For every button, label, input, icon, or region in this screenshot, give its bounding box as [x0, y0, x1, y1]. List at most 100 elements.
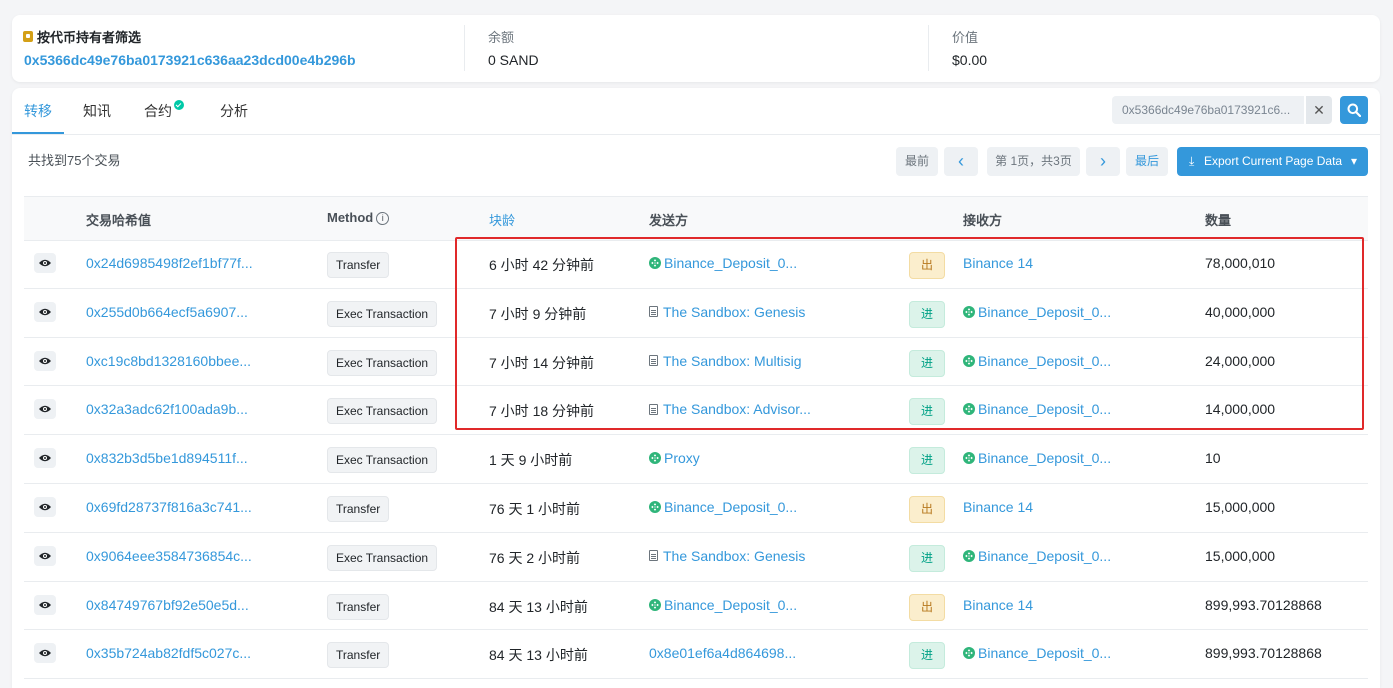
divider: [928, 25, 929, 71]
pagination-prev-button[interactable]: ‹: [944, 147, 978, 176]
to-address-link[interactable]: Binance_Deposit_0...: [963, 645, 1111, 661]
search-button[interactable]: [1340, 96, 1368, 124]
to-address-label: Binance_Deposit_0...: [978, 645, 1112, 662]
from-address-label: Binance_Deposit_0...: [664, 498, 798, 515]
from-address-link[interactable]: The Sandbox: Genesis: [649, 548, 805, 564]
header-method-label: Method: [327, 210, 374, 225]
direction-badge: 进: [909, 398, 945, 426]
to-address-label: Binance 14: [963, 255, 1034, 271]
to-address-link[interactable]: Binance_Deposit_0...: [963, 353, 1111, 369]
tx-hash-link[interactable]: 0x35b724ab82fdf5c027c...: [86, 645, 251, 661]
table-row: 0x9064eee3584736854c... Exec Transaction 7…: [24, 533, 1368, 582]
tx-age: 1 天 9 小时前: [489, 452, 573, 469]
header-quantity: 数量: [1205, 213, 1232, 228]
table-row: 0x84749767bf92e50e5d... Transfer 84 天 13 小…: [24, 582, 1368, 631]
token-filter-icon: [23, 31, 33, 42]
from-address-label: The Sandbox: Advisor...: [663, 401, 811, 418]
search-icon: [1347, 103, 1361, 117]
tab-info[interactable]: 知讯: [83, 101, 111, 121]
to-address-link[interactable]: Binance_Deposit_0...: [963, 401, 1111, 417]
pagination-next-button[interactable]: ›: [1086, 147, 1120, 176]
pagination-first-button[interactable]: 最前: [896, 147, 938, 176]
header-from: 发送方: [649, 213, 689, 228]
from-address-label: Binance_Deposit_0...: [664, 255, 798, 271]
view-details-button[interactable]: [34, 350, 56, 371]
address-filter-input[interactable]: 0x5366dc49e76ba0173921c6...: [1112, 96, 1304, 124]
from-address-link[interactable]: The Sandbox: Genesis: [649, 304, 805, 320]
from-address-link[interactable]: Proxy: [649, 450, 700, 466]
tx-hash-link[interactable]: 0x832b3d5be1d894511f...: [86, 450, 248, 466]
table-row: 0x69fd28737f816a3c741... Transfer 76 天 1 小…: [24, 484, 1368, 533]
view-details-button[interactable]: [34, 399, 56, 420]
eye-icon: [39, 308, 51, 316]
holder-address-link[interactable]: 0x5366dc49e76ba0173921c636aa23dcd00e4b29…: [24, 52, 356, 68]
header-age[interactable]: 块龄: [489, 210, 515, 229]
tx-hash-link[interactable]: 0x69fd28737f816a3c741...: [86, 499, 252, 515]
tx-hash-link[interactable]: 0x84749767bf92e50e5d...: [86, 597, 249, 613]
from-address-link[interactable]: Binance_Deposit_0...: [649, 255, 797, 271]
tab-contract-label: 合约: [144, 103, 172, 119]
to-address-link[interactable]: Binance 14: [963, 499, 1033, 515]
export-label: Export Current Page Data: [1204, 154, 1343, 168]
to-address-link[interactable]: Binance_Deposit_0...: [963, 304, 1111, 320]
contract-icon: [649, 550, 658, 562]
from-address-link[interactable]: The Sandbox: Advisor...: [649, 401, 811, 417]
tx-hash-link[interactable]: 0x9064eee3584736854c...: [86, 548, 252, 564]
tx-hash-link[interactable]: 0x255d0b664ecf5a6907...: [86, 304, 248, 320]
table-header: 交易哈希值 Method i 块龄 发送方 接收方 数量: [24, 196, 1368, 241]
from-address-link[interactable]: Binance_Deposit_0...: [649, 597, 797, 613]
pagination-last-button[interactable]: 最后: [1126, 147, 1168, 176]
quantity-value: 15,000,000: [1205, 547, 1276, 564]
active-tab-indicator: [12, 132, 64, 134]
quantity-value: 24,000,000: [1205, 352, 1276, 369]
to-address-link[interactable]: Binance_Deposit_0...: [963, 548, 1111, 564]
direction-badge: 进: [909, 642, 945, 670]
view-details-button[interactable]: [34, 448, 56, 469]
tab-analytics[interactable]: 分析: [220, 101, 248, 121]
quantity-value: 14,000,000: [1205, 401, 1276, 418]
direction-badge: 出: [909, 593, 945, 621]
tx-age: 76 天 2 小时前: [489, 549, 581, 566]
balance-label: 余额: [488, 30, 515, 45]
from-address-link[interactable]: Binance_Deposit_0...: [649, 499, 797, 515]
tab-transfers[interactable]: 转移: [24, 101, 52, 121]
method-badge: Transfer: [327, 593, 390, 620]
tx-hash-link[interactable]: 0xc19c8bd1328160bbee...: [86, 353, 251, 369]
view-details-button[interactable]: [34, 496, 56, 517]
tx-hash-link[interactable]: 0x24d6985498f2ef1bf77f...: [86, 255, 253, 271]
direction-badge: 进: [909, 544, 945, 572]
token-summary-card: 按代币持有者筛选 0x5366dc49e76ba0173921c636aa23d…: [12, 15, 1380, 82]
clear-filter-button[interactable]: ✕: [1306, 96, 1332, 124]
quantity-value: 10: [1205, 450, 1221, 467]
eye-icon: [39, 601, 51, 608]
to-address-link[interactable]: Binance 14: [963, 597, 1033, 613]
download-icon: ⤓: [1189, 154, 1195, 168]
binance-icon: [963, 403, 975, 416]
from-address-link[interactable]: 0x8e01ef6a4d864698...: [649, 645, 796, 661]
view-details-button[interactable]: [34, 253, 56, 273]
contract-icon: [649, 403, 658, 415]
to-address-link[interactable]: Binance 14: [963, 255, 1033, 271]
contract-icon: [649, 355, 658, 367]
tx-hash-link[interactable]: 0x32a3adc62f100ada9b...: [86, 401, 248, 417]
view-details-button[interactable]: [34, 643, 56, 664]
method-badge: Exec Transaction: [327, 447, 438, 474]
quantity-value: 899,993.70128868: [1205, 645, 1322, 662]
from-address-link[interactable]: The Sandbox: Multisig: [649, 353, 802, 369]
binance-icon: [963, 549, 975, 562]
table-row: 0x35b724ab82fdf5c027c... Transfer 84 天 13 …: [24, 630, 1368, 680]
method-badge: Exec Transaction: [327, 349, 438, 376]
eye-icon: [39, 406, 51, 413]
export-button[interactable]: ⤓ Export Current Page Data ▾: [1177, 147, 1368, 176]
method-badge: Exec Transaction: [327, 398, 438, 425]
view-details-button[interactable]: [34, 594, 56, 615]
to-address-link[interactable]: Binance_Deposit_0...: [963, 450, 1111, 466]
binance-icon: [649, 452, 661, 465]
tab-contract[interactable]: 合约: [144, 100, 184, 121]
chevron-down-icon: ▾: [1351, 154, 1358, 168]
balance-value: 0 SAND: [488, 52, 539, 68]
view-details-button[interactable]: [34, 301, 56, 322]
view-details-button[interactable]: [34, 545, 56, 566]
quantity-value: 78,000,010: [1205, 255, 1276, 271]
info-icon[interactable]: i: [376, 212, 390, 225]
